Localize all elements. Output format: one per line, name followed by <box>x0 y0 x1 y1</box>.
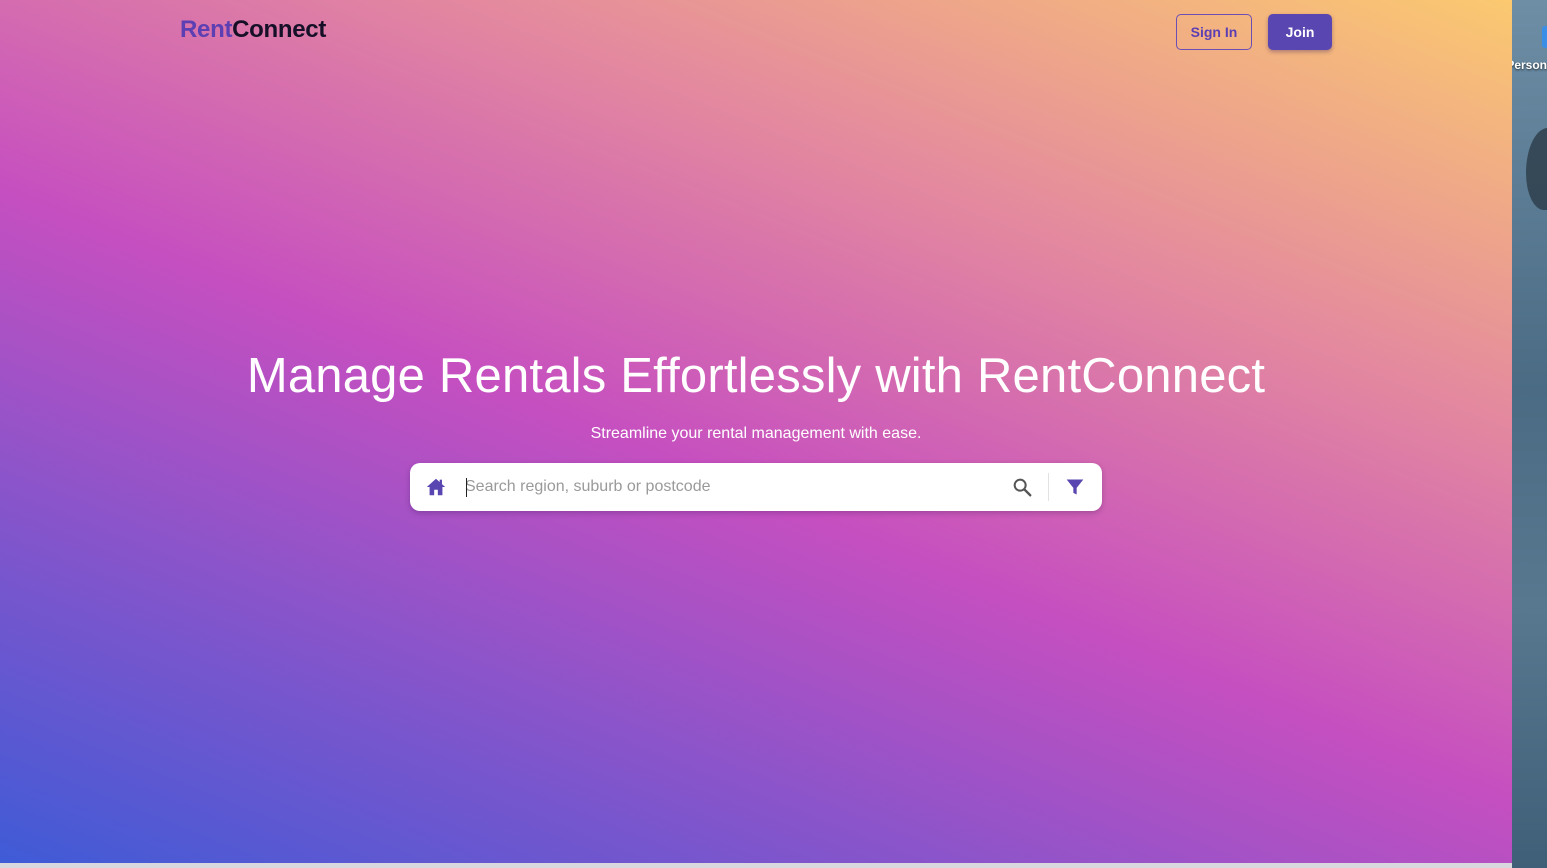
screen: RentConnect Sign In Join Manage Rentals … <box>0 0 1547 868</box>
search-bar <box>410 463 1102 511</box>
logo[interactable]: RentConnect <box>180 16 326 44</box>
logo-connect-text: Connect <box>232 16 327 43</box>
wallpaper-rock <box>1526 128 1547 210</box>
home-icon <box>426 478 446 496</box>
desktop-background: Person <box>1512 0 1547 868</box>
search-input[interactable] <box>465 472 995 502</box>
join-button[interactable]: Join <box>1268 14 1332 50</box>
hero-title: Manage Rentals Effortlessly with RentCon… <box>246 349 1266 403</box>
text-cursor <box>466 478 467 497</box>
file-icon[interactable] <box>1542 26 1547 48</box>
window-bottom-edge <box>0 863 1512 868</box>
page-viewport: RentConnect Sign In Join Manage Rentals … <box>0 0 1512 863</box>
hero-subtitle: Streamline your rental management with e… <box>590 425 922 442</box>
search-icon[interactable] <box>1011 476 1033 498</box>
logo-rent-text: Rent <box>180 16 233 43</box>
search-divider <box>1048 473 1049 501</box>
filter-icon[interactable] <box>1065 477 1085 497</box>
sign-in-button[interactable]: Sign In <box>1176 14 1252 50</box>
desktop-icon-label: Person <box>1512 58 1547 72</box>
